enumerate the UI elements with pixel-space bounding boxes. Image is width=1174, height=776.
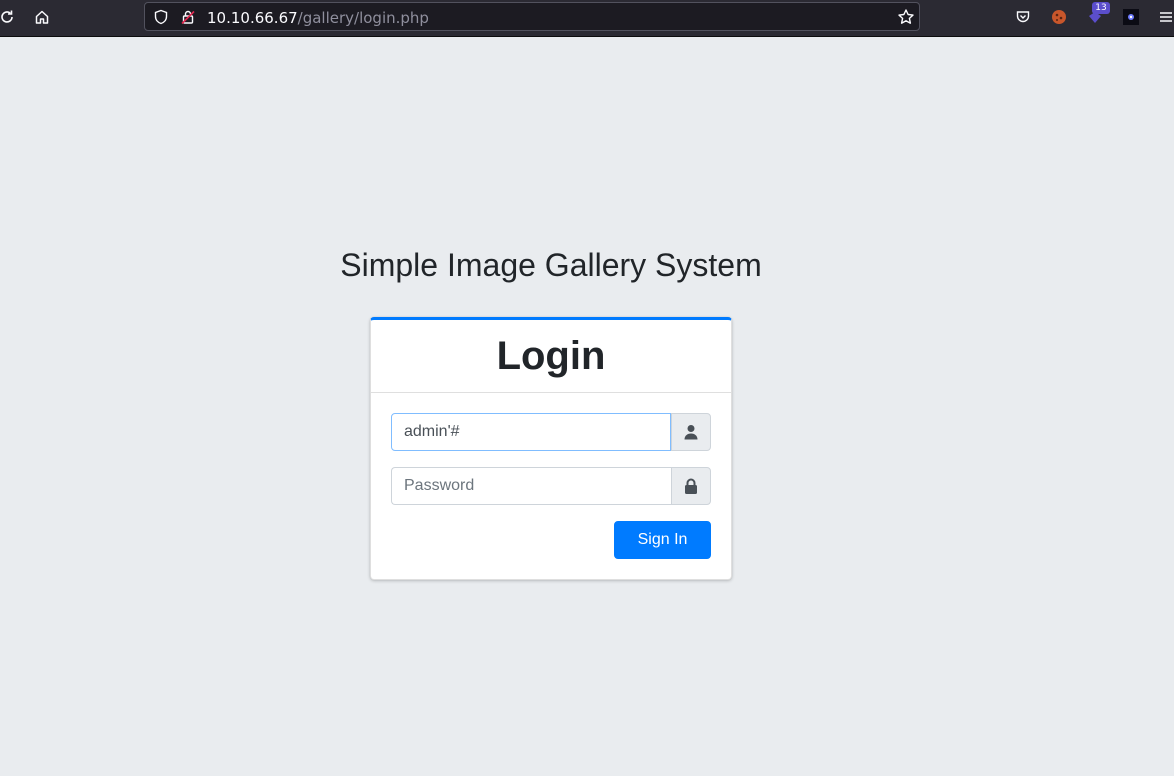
lock-icon: [671, 467, 711, 505]
browser-toolbar: 10.10.66.67/gallery/login.php 13: [0, 0, 1174, 37]
url-host: 10.10.66.67: [207, 9, 298, 27]
url-path: /gallery/login.php: [297, 9, 429, 27]
pocket-icon[interactable]: [1012, 6, 1034, 28]
url-bar[interactable]: 10.10.66.67/gallery/login.php: [144, 2, 920, 31]
sign-in-button[interactable]: Sign In: [614, 521, 711, 559]
username-input[interactable]: [391, 413, 671, 451]
insecure-lock-icon[interactable]: [180, 9, 196, 30]
login-card: Login Sign In: [370, 317, 732, 580]
extension-badge-count: 13: [1092, 2, 1110, 14]
username-group: [391, 413, 711, 451]
login-title: Login: [496, 333, 606, 378]
login-card-header: Login: [371, 320, 731, 393]
hamburger-menu-icon[interactable]: [1155, 6, 1174, 28]
home-icon[interactable]: [31, 6, 53, 28]
password-group: [391, 467, 711, 505]
app-title: Simple Image Gallery System: [340, 247, 762, 283]
extension-cookie-icon[interactable]: [1048, 6, 1070, 28]
bookmark-star-icon[interactable]: [897, 8, 915, 31]
user-icon: [671, 413, 711, 451]
tracking-shield-icon[interactable]: [153, 9, 169, 30]
reload-icon[interactable]: [0, 6, 18, 28]
extension-wappalyzer-icon[interactable]: [1120, 6, 1142, 28]
password-input[interactable]: [391, 467, 671, 505]
url-text[interactable]: 10.10.66.67/gallery/login.php: [207, 9, 429, 27]
